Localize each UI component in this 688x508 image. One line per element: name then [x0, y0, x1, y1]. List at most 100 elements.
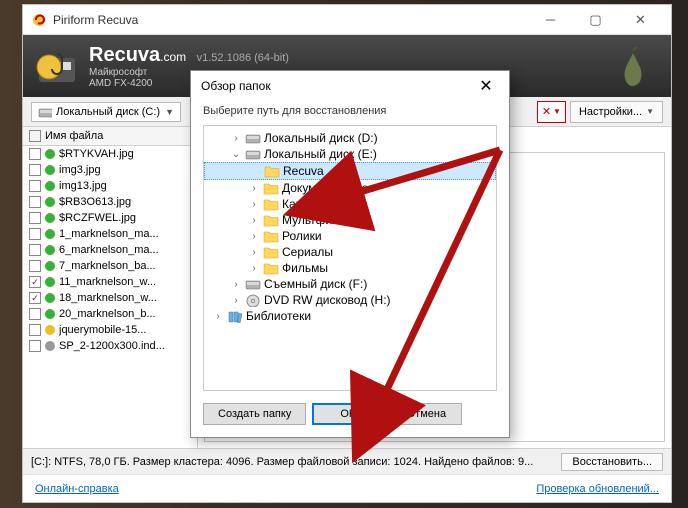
status-dot-icon	[45, 277, 55, 287]
table-row[interactable]: $RB3O613.jpg	[23, 194, 197, 210]
table-row[interactable]: 1_marknelson_ma...	[23, 226, 197, 242]
expand-icon[interactable]: ›	[248, 215, 260, 226]
status-dot-icon	[45, 181, 55, 191]
expand-icon[interactable]: ›	[230, 133, 242, 144]
cancel-scan-button[interactable]: ✕▼	[537, 101, 566, 123]
drive-icon	[38, 105, 52, 119]
expand-icon[interactable]: ›	[248, 247, 260, 258]
create-folder-button[interactable]: Создать папку	[203, 403, 306, 425]
dvd-icon	[245, 293, 261, 307]
expand-icon[interactable]: ›	[248, 183, 260, 194]
tree-node[interactable]: Recuva	[204, 162, 496, 180]
status-text: [C:]: NTFS, 78,0 ГБ. Размер кластера: 40…	[31, 456, 553, 468]
table-row[interactable]: jquerymobile-15...	[23, 322, 197, 338]
tree-node[interactable]: › Съемный диск (F:)	[204, 276, 496, 292]
table-row[interactable]: SP_2-1200x300.ind...	[23, 338, 197, 354]
row-checkbox[interactable]	[29, 196, 41, 208]
folder-icon	[263, 197, 279, 211]
expand-icon[interactable]: ›	[248, 231, 260, 242]
folder-icon	[263, 245, 279, 259]
row-checkbox[interactable]	[29, 324, 41, 336]
update-link[interactable]: Проверка обновлений...	[536, 483, 659, 495]
expand-icon[interactable]: ›	[230, 279, 242, 290]
tree-node[interactable]: › Сериалы	[204, 244, 496, 260]
tree-node[interactable]: ›Камера	[204, 196, 496, 212]
maximize-button[interactable]: ▢	[573, 6, 618, 34]
expand-icon[interactable]: ›	[212, 311, 224, 322]
tree-node-label: Ролики	[282, 229, 322, 243]
filename-label: 7_marknelson_ba...	[59, 260, 156, 272]
close-button[interactable]: ✕	[618, 6, 663, 34]
status-dot-icon	[45, 245, 55, 255]
tree-node-label: Сериалы	[282, 245, 333, 259]
chevron-down-icon: ▼	[165, 107, 174, 117]
filename-label: 11_marknelson_w...	[59, 276, 156, 288]
drive-selector[interactable]: Локальный диск (C:) ▼	[31, 102, 181, 122]
row-checkbox[interactable]	[29, 340, 41, 352]
footer: Онлайн-справка Проверка обновлений...	[23, 474, 671, 502]
row-checkbox[interactable]: ✓	[29, 276, 41, 288]
tree-node[interactable]: ⌄Локальный диск (E:)	[204, 146, 496, 162]
filename-label: SP_2-1200x300.ind...	[59, 340, 165, 352]
status-dot-icon	[45, 341, 55, 351]
select-all-checkbox[interactable]	[29, 130, 41, 142]
tree-node-label: Съемный диск (F:)	[264, 277, 367, 291]
tree-node-label: Документальное	[282, 181, 375, 195]
tree-node[interactable]: › Фильмы	[204, 260, 496, 276]
row-checkbox[interactable]	[29, 212, 41, 224]
expand-icon[interactable]: ›	[248, 199, 260, 210]
help-link[interactable]: Онлайн-справка	[35, 483, 119, 495]
tree-node[interactable]: ›DVD RW дисковод (H:)	[204, 292, 496, 308]
filename-label: $RCZFWEL.jpg	[59, 212, 136, 224]
column-filename: Имя файла	[45, 130, 103, 142]
expand-icon[interactable]: ›	[248, 263, 260, 274]
status-dot-icon	[45, 165, 55, 175]
file-list: Имя файла $RTYKVAH.jpgimg3.jpg img13.jpg $…	[23, 127, 198, 448]
filename-label: 6_marknelson_ma...	[59, 244, 159, 256]
list-header[interactable]: Имя файла	[23, 127, 197, 146]
folder-icon	[263, 261, 279, 275]
dialog-close-button[interactable]: ✕	[473, 73, 499, 99]
ok-button[interactable]: OK	[312, 403, 384, 425]
filename-label: 1_marknelson_ma...	[59, 228, 159, 240]
folder-tree[interactable]: › Локальный диск (D:)⌄Локальный диск (E:)…	[203, 125, 497, 391]
status-bar: [C:]: NTFS, 78,0 ГБ. Размер кластера: 40…	[23, 448, 671, 474]
lib-icon	[227, 309, 243, 323]
table-row[interactable]: $RTYKVAH.jpg	[23, 146, 197, 162]
tree-node[interactable]: › Ролики	[204, 228, 496, 244]
folder-icon	[264, 164, 280, 178]
tree-node-label: Фильмы	[282, 261, 328, 275]
tree-node[interactable]: › Локальный диск (D:)	[204, 130, 496, 146]
table-row[interactable]: 7_marknelson_ba...	[23, 258, 197, 274]
expand-icon[interactable]: ⌄	[230, 149, 242, 160]
table-row[interactable]: 6_marknelson_ma...	[23, 242, 197, 258]
tree-node[interactable]: ›Мультфильмы	[204, 212, 496, 228]
drive-selector-label: Локальный диск (C:)	[56, 106, 160, 118]
restore-button[interactable]: Восстановить...	[561, 453, 663, 471]
tree-node-label: Библиотеки	[246, 309, 311, 323]
minimize-button[interactable]: ─	[528, 6, 573, 34]
table-row[interactable]: ✓ 18_marknelson_w...	[23, 290, 197, 306]
brand-name: Recuva	[89, 44, 160, 66]
row-checkbox[interactable]	[29, 164, 41, 176]
row-checkbox[interactable]	[29, 148, 41, 160]
row-checkbox[interactable]	[29, 228, 41, 240]
filename-label: 18_marknelson_w...	[59, 292, 157, 304]
cancel-button[interactable]: Отмена	[390, 403, 462, 425]
tree-node[interactable]: › Документальное	[204, 180, 496, 196]
settings-button[interactable]: Настройки...	[570, 101, 663, 123]
table-row[interactable]: 20_marknelson_b...	[23, 306, 197, 322]
row-checkbox[interactable]	[29, 260, 41, 272]
row-checkbox[interactable]	[29, 308, 41, 320]
row-checkbox[interactable]: ✓	[29, 292, 41, 304]
expand-icon[interactable]: ›	[230, 295, 242, 306]
row-checkbox[interactable]	[29, 180, 41, 192]
table-row[interactable]: img13.jpg	[23, 178, 197, 194]
table-row[interactable]: img3.jpg	[23, 162, 197, 178]
row-checkbox[interactable]	[29, 244, 41, 256]
tree-node[interactable]: › Библиотеки	[204, 308, 496, 324]
table-row[interactable]: $RCZFWEL.jpg	[23, 210, 197, 226]
tree-node-label: Локальный диск (D:)	[264, 131, 378, 145]
filename-label: img13.jpg	[59, 180, 107, 192]
table-row[interactable]: ✓ 11_marknelson_w...	[23, 274, 197, 290]
